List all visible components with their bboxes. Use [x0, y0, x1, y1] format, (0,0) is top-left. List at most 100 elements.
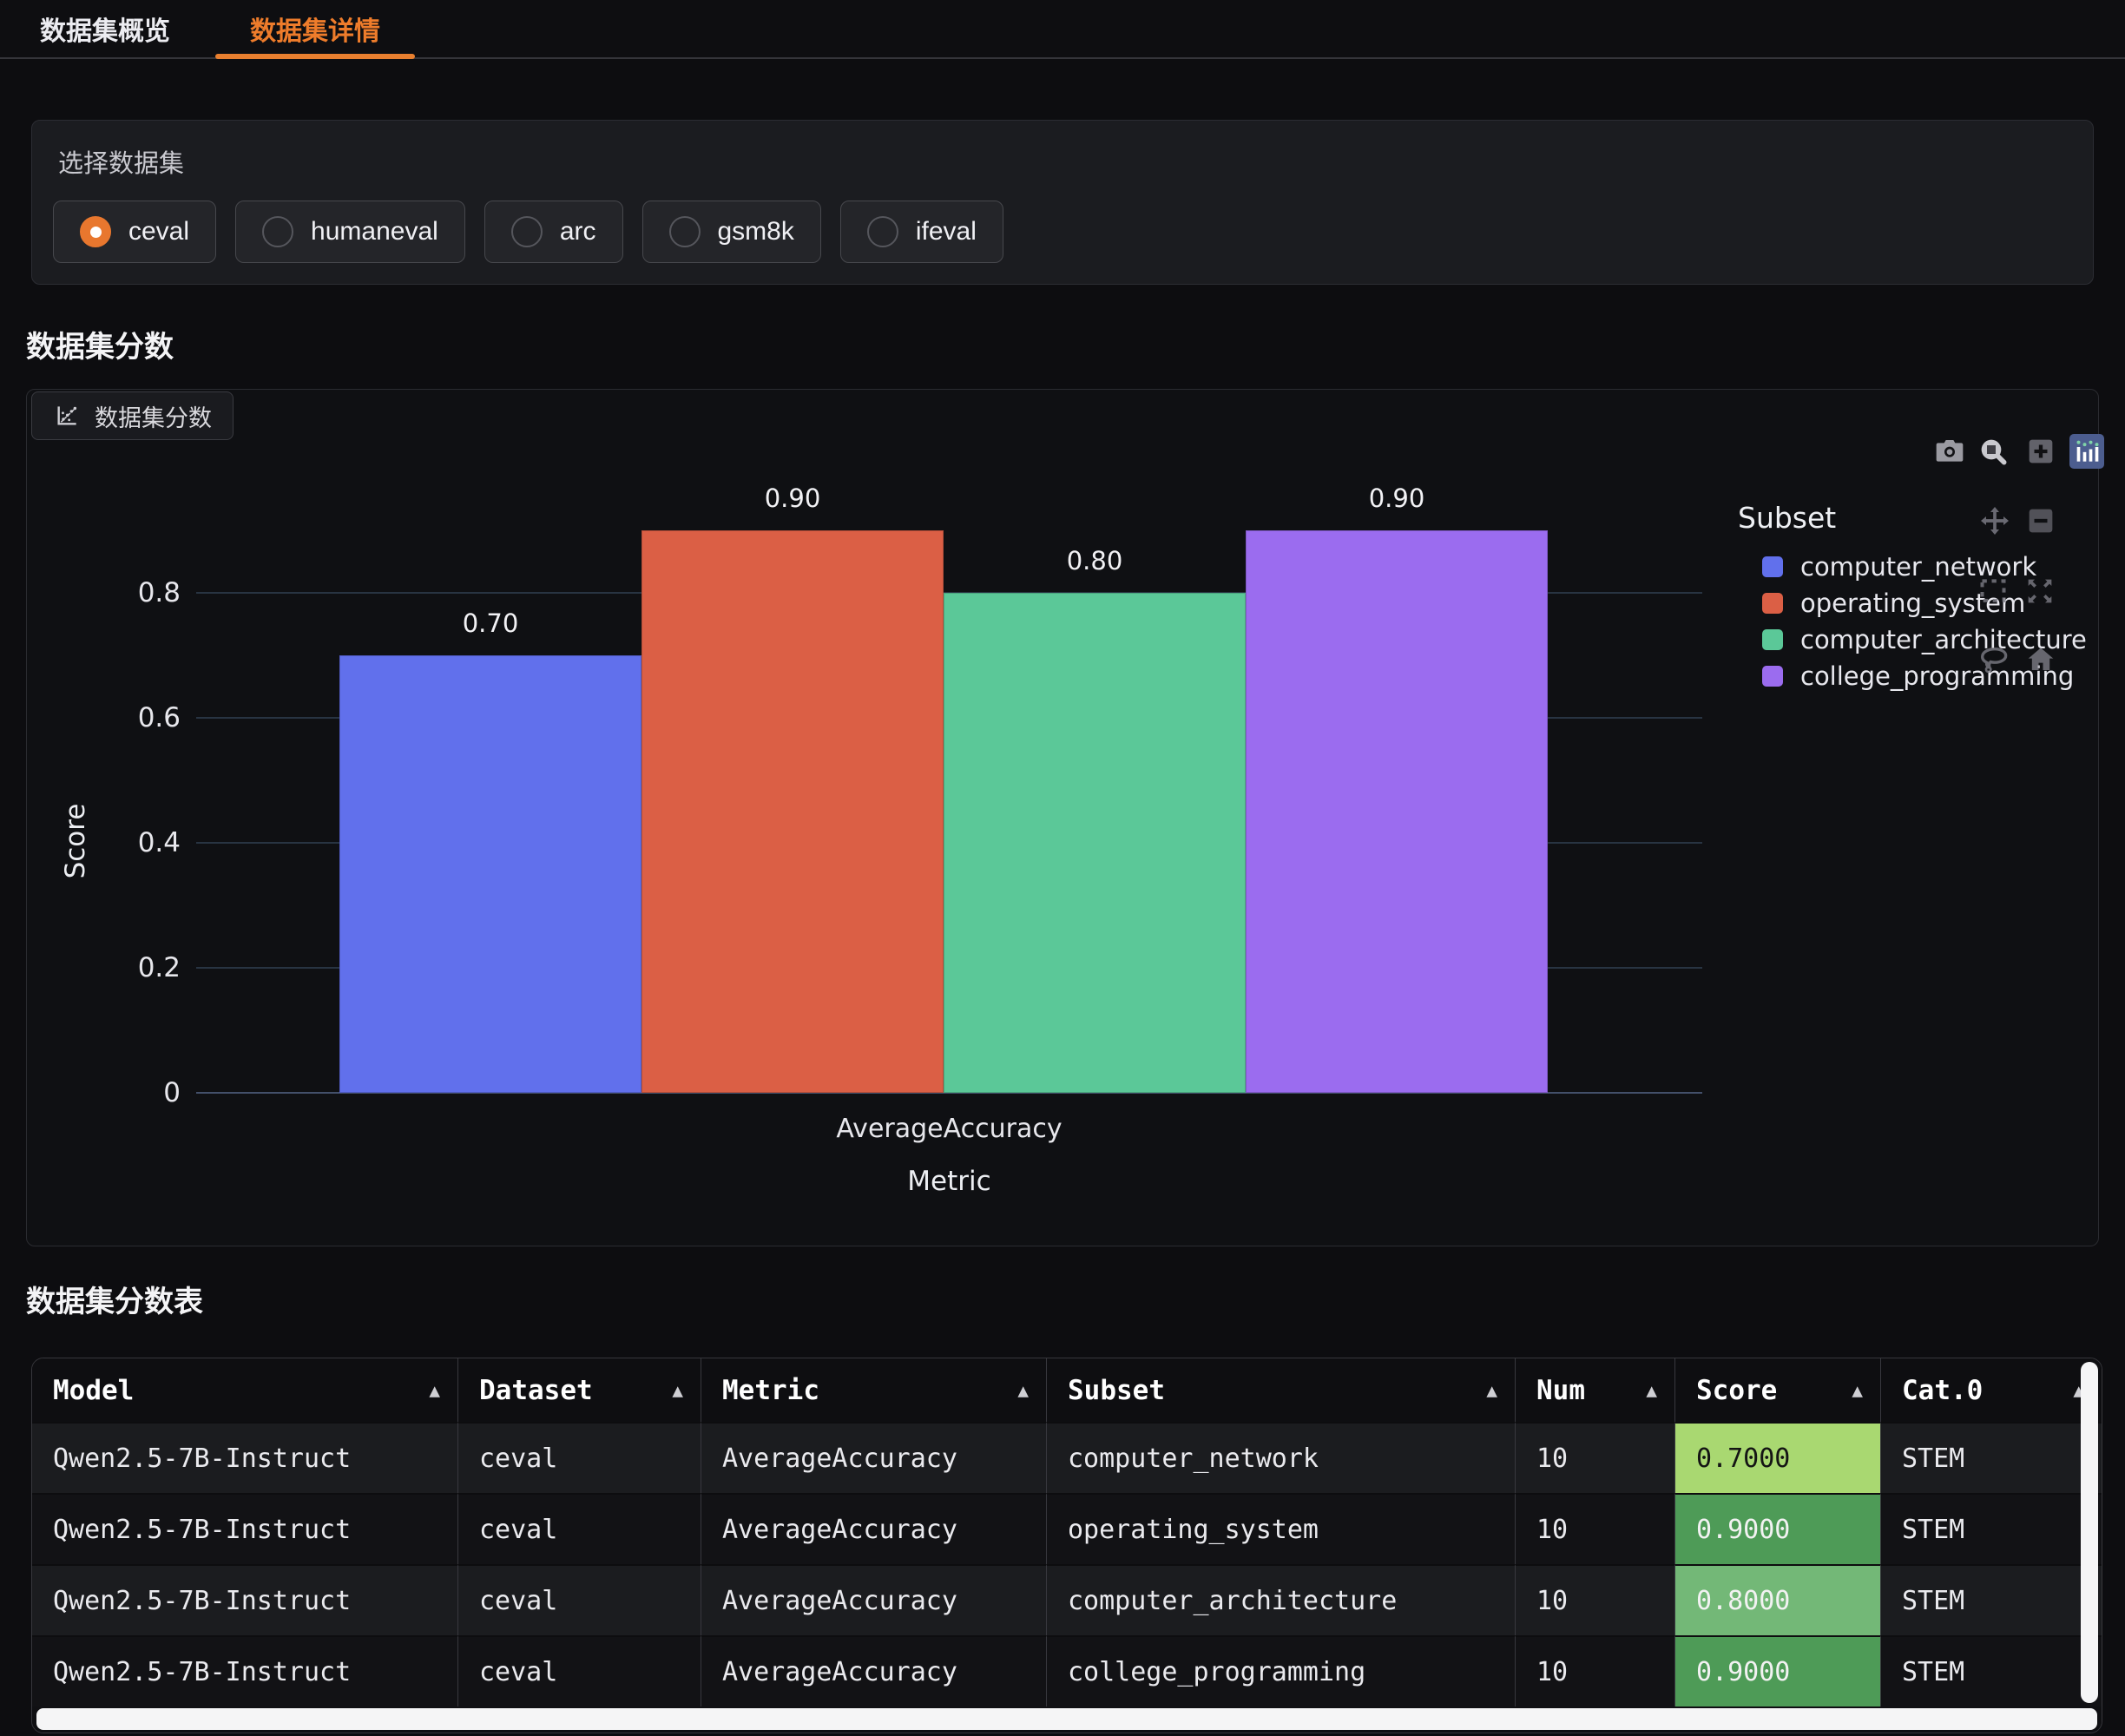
cell-dataset: ceval — [457, 1564, 701, 1635]
tab-dataset-overview[interactable]: 数据集概览 — [0, 0, 210, 57]
radio-label: ceval — [128, 217, 189, 247]
tab-bar: 数据集概览 数据集详情 — [0, 0, 2125, 59]
vertical-scrollbar[interactable] — [2081, 1362, 2098, 1703]
scatter-chart-icon — [53, 402, 81, 430]
chart-title-chip: 数据集分数 — [31, 391, 234, 440]
sort-arrow-icon[interactable]: ▲ — [429, 1380, 440, 1401]
radio-circle — [262, 216, 293, 247]
cell-num: 10 — [1515, 1635, 1674, 1706]
radio-circle — [511, 216, 543, 247]
cell-num: 10 — [1515, 1493, 1674, 1564]
sort-arrow-icon[interactable]: ▲ — [1486, 1380, 1497, 1401]
cell-metric: AverageAccuracy — [701, 1422, 1046, 1493]
bar-computer_network — [339, 655, 641, 1093]
dataset-selector-label: 选择数据集 — [58, 143, 2072, 180]
col-label: Score — [1696, 1375, 1777, 1406]
zoom-in-icon[interactable] — [2023, 434, 2058, 469]
cell-num: 10 — [1515, 1564, 1674, 1635]
legend-item-operating_system[interactable]: operating_system — [1733, 585, 2115, 621]
radio-circle — [867, 216, 898, 247]
col-header-subset[interactable]: Subset ▲ — [1046, 1358, 1515, 1422]
col-header-num[interactable]: Num ▲ — [1515, 1358, 1674, 1422]
col-label: Subset — [1068, 1375, 1165, 1406]
radio-humaneval[interactable]: humaneval — [235, 201, 465, 263]
cell-metric: AverageAccuracy — [701, 1635, 1046, 1706]
lasso-icon[interactable] — [1977, 642, 2012, 677]
cell-subset: operating_system — [1046, 1493, 1515, 1564]
col-header-metric[interactable]: Metric ▲ — [701, 1358, 1046, 1422]
legend-swatch — [1762, 556, 1783, 577]
col-header-score[interactable]: Score ▲ — [1674, 1358, 1880, 1422]
reset-home-icon[interactable] — [2023, 642, 2058, 677]
cell-dataset: ceval — [457, 1422, 701, 1493]
dataset-selector-panel: 选择数据集 ceval humaneval arc gsm8k ifeval — [31, 120, 2094, 285]
col-label: Model — [53, 1375, 134, 1406]
box-select-icon[interactable] — [1976, 574, 2010, 608]
col-header-model[interactable]: Model ▲ — [32, 1358, 457, 1422]
bar-operating_system — [641, 530, 944, 1093]
scores-table: Model ▲ Dataset▲ Metric ▲ Subset ▲ Num ▲ Sco… — [31, 1358, 2102, 1733]
legend-swatch — [1762, 666, 1783, 687]
legend-item-computer_network[interactable]: computer_network — [1733, 549, 2115, 585]
horizontal-scrollbar[interactable] — [36, 1708, 2097, 1730]
legend-swatch — [1762, 593, 1783, 614]
cell-subset: computer_network — [1046, 1422, 1515, 1493]
sort-arrow-icon[interactable]: ▲ — [672, 1380, 683, 1401]
cell-cat0: STEM — [1880, 1493, 2102, 1564]
radio-label: gsm8k — [718, 217, 794, 247]
y-tick-label: 0.8 — [59, 575, 181, 610]
cell-score: 0.8000 — [1674, 1564, 1880, 1635]
cell-score: 0.9000 — [1674, 1493, 1880, 1564]
bar-value-label: 0.90 — [1246, 483, 1548, 513]
cell-model: Qwen2.5-7B-Instruct — [32, 1564, 457, 1635]
tab-dataset-details[interactable]: 数据集详情 — [210, 0, 420, 57]
cell-score: 0.9000 — [1674, 1635, 1880, 1706]
col-label: Metric — [722, 1375, 819, 1406]
app-root: 数据集概览 数据集详情 选择数据集 ceval humaneval arc gs… — [0, 0, 2125, 1736]
radio-label: humaneval — [311, 217, 438, 247]
cell-subset: college_programming — [1046, 1635, 1515, 1706]
bar-value-label: 0.70 — [339, 608, 641, 638]
sort-arrow-icon[interactable]: ▲ — [1852, 1380, 1863, 1401]
x-axis-title: Metric — [689, 1166, 1210, 1197]
cell-metric: AverageAccuracy — [701, 1564, 1046, 1635]
col-label: Num — [1536, 1375, 1585, 1406]
table-grid: Model ▲ Dataset▲ Metric ▲ Subset ▲ Num ▲ Sco… — [32, 1358, 2102, 1706]
y-tick-label: 0.6 — [59, 700, 181, 735]
zoom-out-icon[interactable] — [2023, 503, 2058, 538]
col-header-dataset[interactable]: Dataset▲ — [457, 1358, 701, 1422]
chart-panel: 数据集分数 00.20.40.60.80.700.900.800.90Avera… — [26, 389, 2099, 1246]
cell-cat0: STEM — [1880, 1422, 2102, 1493]
zoom-icon[interactable] — [1976, 434, 2010, 469]
radio-label: arc — [560, 217, 596, 247]
cell-model: Qwen2.5-7B-Instruct — [32, 1635, 457, 1706]
radio-ifeval[interactable]: ifeval — [840, 201, 1003, 263]
table-section-heading: 数据集分数表 — [26, 1285, 2125, 1319]
y-tick-label: 0 — [59, 1075, 181, 1110]
plotly-logo-icon[interactable] — [2069, 434, 2104, 469]
y-axis-title: Score — [60, 754, 95, 928]
cell-cat0: STEM — [1880, 1564, 2102, 1635]
radio-arc[interactable]: arc — [484, 201, 623, 263]
cell-num: 10 — [1515, 1422, 1674, 1493]
radio-gsm8k[interactable]: gsm8k — [642, 201, 821, 263]
cell-dataset: ceval — [457, 1635, 701, 1706]
col-label: Cat.0 — [1902, 1375, 1983, 1406]
radio-ceval[interactable]: ceval — [53, 201, 216, 263]
autoscale-icon[interactable] — [2023, 574, 2057, 608]
radio-circle — [669, 216, 701, 247]
col-header-cat0[interactable]: Cat.0▲ — [1880, 1358, 2102, 1422]
pan-icon[interactable] — [1977, 503, 2012, 538]
x-tick-label: AverageAccuracy — [689, 1114, 1210, 1144]
cell-score: 0.7000 — [1674, 1422, 1880, 1493]
horizontal-scrollbar-track — [32, 1706, 2102, 1733]
cell-model: Qwen2.5-7B-Instruct — [32, 1422, 457, 1493]
cell-model: Qwen2.5-7B-Instruct — [32, 1493, 457, 1564]
sort-arrow-icon[interactable]: ▲ — [1017, 1380, 1029, 1401]
camera-icon[interactable] — [1932, 434, 1967, 469]
bar-college_programming — [1246, 530, 1548, 1093]
radio-label: ifeval — [916, 217, 977, 247]
bar-computer_architecture — [944, 593, 1246, 1093]
bar-value-label: 0.90 — [641, 483, 944, 513]
sort-arrow-icon[interactable]: ▲ — [1646, 1380, 1657, 1401]
